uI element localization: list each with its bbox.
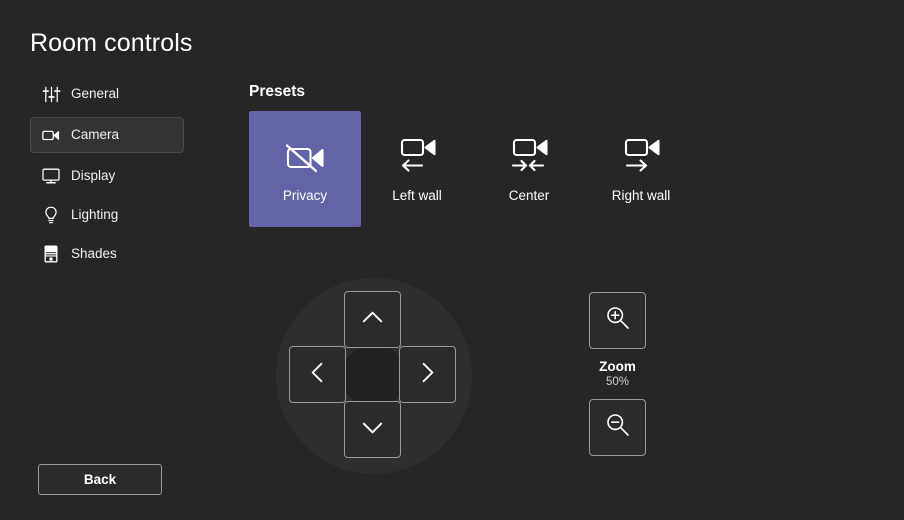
sliders-icon <box>40 83 62 105</box>
sidebar-item-display[interactable]: Display <box>30 160 184 192</box>
preset-label: Privacy <box>282 188 328 204</box>
zoom-in-button[interactable] <box>589 292 646 349</box>
sidebar-item-general[interactable]: General <box>30 78 184 110</box>
chevron-right-icon <box>414 359 441 391</box>
preset-label: Right wall <box>611 188 671 204</box>
monitor-icon <box>40 165 62 187</box>
pan-up-button[interactable] <box>344 291 401 348</box>
zoom-label: Zoom <box>599 359 636 374</box>
preset-privacy[interactable]: Privacy <box>249 111 361 227</box>
lightbulb-icon <box>40 204 62 226</box>
presets-heading: Presets <box>249 83 306 100</box>
preset-center[interactable]: Center <box>473 111 585 227</box>
camera-arrows-center-icon <box>506 135 552 181</box>
sidebar-item-camera[interactable]: Camera <box>30 117 184 153</box>
chevron-down-icon <box>359 414 386 446</box>
zoom-value: 50% <box>605 375 630 388</box>
back-button[interactable]: Back <box>38 464 162 495</box>
camera-icon <box>40 124 62 146</box>
chevron-up-icon <box>359 304 386 336</box>
pan-down-button[interactable] <box>344 401 401 458</box>
shades-icon <box>40 243 62 265</box>
sidebar-item-label: Display <box>71 168 116 184</box>
camera-arrow-right-icon <box>618 135 664 181</box>
sidebar-nav: General Camera Display Lighting Shades <box>30 78 184 277</box>
preset-label: Center <box>508 188 550 204</box>
sidebar-item-label: Lighting <box>71 207 119 223</box>
preset-left-wall[interactable]: Left wall <box>361 111 473 227</box>
dpad-center-hub <box>342 344 406 408</box>
sidebar-item-lighting[interactable]: Lighting <box>30 199 184 231</box>
chevron-left-icon <box>304 359 331 391</box>
sidebar-item-shades[interactable]: Shades <box>30 238 184 270</box>
sidebar-item-label: General <box>71 86 120 102</box>
magnifier-plus-icon <box>603 303 633 338</box>
camera-off-icon <box>282 135 328 181</box>
zoom-controls: Zoom 50% <box>589 292 646 457</box>
zoom-readout: Zoom 50% <box>599 359 636 390</box>
pan-right-button[interactable] <box>399 346 456 403</box>
magnifier-minus-icon <box>603 410 633 445</box>
sidebar-item-label: Shades <box>71 246 117 262</box>
pan-left-button[interactable] <box>289 346 346 403</box>
preset-right-wall[interactable]: Right wall <box>585 111 697 227</box>
camera-arrow-left-icon <box>394 135 440 181</box>
pan-tilt-control <box>276 278 472 474</box>
preset-label: Left wall <box>392 188 442 204</box>
sidebar-item-label: Camera <box>71 127 120 143</box>
page-title: Room controls <box>30 29 193 57</box>
presets-row: Privacy Left wall Center Right wall <box>249 111 697 227</box>
zoom-out-button[interactable] <box>589 399 646 457</box>
